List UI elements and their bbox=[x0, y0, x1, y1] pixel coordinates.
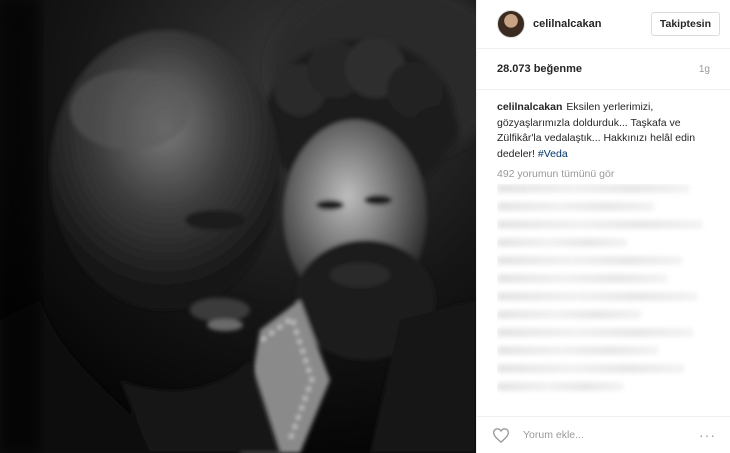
view-all-comments-link[interactable]: 492 yorumun tümünü gör bbox=[497, 168, 710, 180]
post-header: celilnalcakan Takiptesin bbox=[477, 0, 730, 49]
post-photo[interactable] bbox=[0, 0, 476, 453]
blurred-comment bbox=[497, 310, 642, 319]
heart-outline-icon[interactable] bbox=[491, 425, 511, 445]
comment-input[interactable] bbox=[521, 428, 699, 442]
avatar[interactable] bbox=[497, 10, 525, 38]
post-time[interactable]: 1g bbox=[699, 64, 710, 75]
post-side-panel: celilnalcakan Takiptesin 28.073 beğenme … bbox=[476, 0, 730, 453]
comment-bar: ··· bbox=[477, 416, 730, 453]
caption-section: celilnalcakan Eksilen yerlerimizi, gözyaş… bbox=[477, 89, 730, 180]
blurred-comment bbox=[497, 274, 668, 283]
following-button[interactable]: Takiptesin bbox=[650, 12, 720, 36]
blurred-comment bbox=[497, 238, 629, 247]
blurred-comment bbox=[497, 184, 690, 193]
blurred-comments-area bbox=[497, 184, 716, 412]
blurred-comment bbox=[497, 382, 625, 391]
likes-count[interactable]: 28.073 beğenme bbox=[497, 63, 582, 75]
instagram-post: celilnalcakan Takiptesin 28.073 beğenme … bbox=[0, 0, 730, 453]
likes-row: 28.073 beğenme 1g bbox=[477, 49, 730, 89]
ellipsis-icon[interactable]: ··· bbox=[699, 427, 716, 443]
blurred-comment bbox=[497, 202, 655, 211]
caption-hashtag[interactable]: #Veda bbox=[538, 148, 568, 160]
blurred-comment bbox=[497, 220, 703, 229]
blurred-comment bbox=[497, 328, 695, 337]
blurred-comment bbox=[497, 364, 686, 373]
blurred-comment bbox=[497, 346, 660, 355]
username-link[interactable]: celilnalcakan bbox=[533, 18, 651, 30]
caption: celilnalcakan Eksilen yerlerimizi, gözyaş… bbox=[497, 100, 710, 162]
blurred-comment bbox=[497, 292, 699, 301]
blurred-comment bbox=[497, 256, 684, 265]
bw-portrait-photo bbox=[0, 0, 476, 453]
caption-username[interactable]: celilnalcakan bbox=[497, 101, 562, 113]
